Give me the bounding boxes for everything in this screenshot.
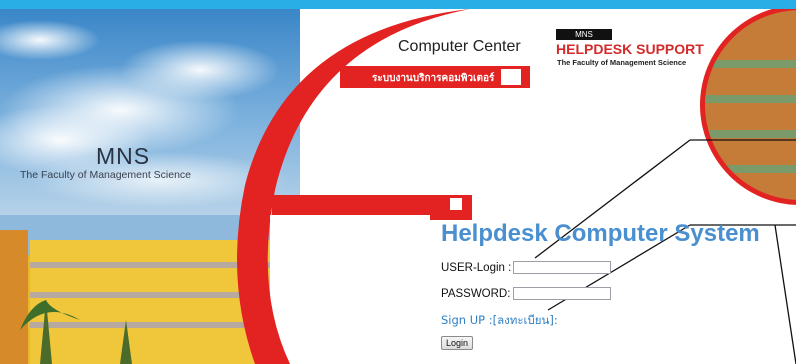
disk-floor: [705, 95, 796, 103]
deco-line: [774, 224, 796, 364]
org-short-title: MNS: [96, 143, 151, 169]
computer-center-subtitle: ระบบงานบริการคอมพิวเตอร์: [372, 73, 495, 84]
red-label-square: [501, 69, 521, 85]
building-floor: [30, 262, 270, 268]
disk-floor: [705, 130, 796, 138]
cloud-shape: [120, 40, 280, 100]
building-photo: [30, 240, 270, 364]
building-column: [0, 230, 28, 364]
computer-center-title: Computer Center: [398, 38, 521, 55]
helpdesk-logo-subtitle: The Faculty of Management Science: [557, 58, 687, 67]
system-title: Helpdesk Computer System: [441, 220, 760, 247]
disk-floor: [705, 165, 796, 173]
user-login-input[interactable]: [513, 261, 611, 274]
login-button[interactable]: Login: [441, 336, 473, 350]
password-label: PASSWORD:: [441, 288, 511, 300]
red-bar-square: [450, 198, 462, 210]
helpdesk-logo-title: HELPDESK SUPPORT: [556, 41, 704, 57]
top-accent-bar: [0, 0, 796, 9]
logo-tag: MNS: [556, 29, 612, 40]
building-floor: [30, 292, 270, 298]
white-band: [270, 215, 430, 220]
signup-link[interactable]: Sign UP :[ลงทะเบียน]:: [441, 312, 558, 330]
building-floor: [30, 322, 270, 328]
org-full-title: The Faculty of Management Science: [20, 169, 192, 181]
user-login-label: USER-Login :: [441, 262, 512, 274]
password-input[interactable]: [513, 287, 611, 300]
